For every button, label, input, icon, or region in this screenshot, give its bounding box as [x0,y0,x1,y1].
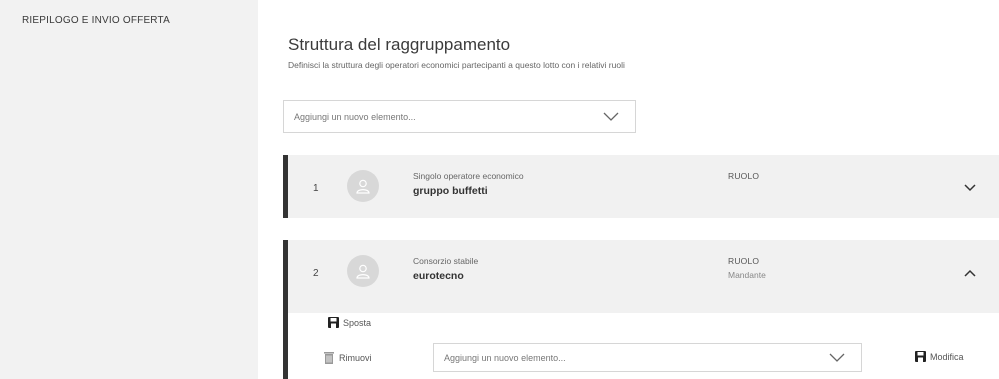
dropdown-placeholder: Aggiungi un nuovo elemento... [444,352,566,363]
chevron-down-icon [829,353,845,362]
floppy-icon [328,317,339,328]
add-element-dropdown[interactable]: Aggiungi un nuovo elemento... [283,100,636,133]
edit-button[interactable]: Modifica [915,351,964,362]
remove-label: Rimuovi [339,352,372,363]
trash-icon [324,352,334,364]
user-icon [347,170,379,202]
member-type: Consorzio stabile [413,256,479,266]
sidebar: RIEPILOGO E INVIO OFFERTA [0,0,258,379]
sidebar-item-riepilogo[interactable]: RIEPILOGO E INVIO OFFERTA [22,15,170,26]
member-card-expanded: 2 Consorzio stabile eurotecno RUOLO Mand… [283,240,999,379]
remove-button[interactable]: Rimuovi [323,351,372,364]
member-name: gruppo buffetti [413,185,488,197]
move-button[interactable]: Sposta [328,317,371,328]
user-icon [347,255,379,287]
edit-label: Modifica [930,351,964,362]
main-content: Struttura del raggruppamento Definisci l… [258,0,999,379]
member-type: Singolo operatore economico [413,171,524,181]
chevron-down-icon [603,112,619,121]
page-subtitle: Definisci la struttura degli operatori e… [288,60,625,70]
dropdown-placeholder: Aggiungi un nuovo elemento... [294,111,416,122]
member-name: eurotecno [413,270,464,282]
member-add-element-dropdown[interactable]: Aggiungi un nuovo elemento... [433,343,862,372]
move-label: Sposta [343,317,372,328]
role-label: RUOLO [728,171,760,181]
member-card: 1 Singolo operatore economico gruppo buf… [283,155,999,218]
member-number: 1 [313,183,319,194]
chevron-up-icon[interactable] [963,268,977,278]
page-title: Struttura del raggruppamento [288,35,511,54]
role-label: RUOLO [728,256,760,266]
floppy-icon [915,351,926,362]
member-number: 2 [313,268,319,279]
chevron-down-icon[interactable] [963,183,977,193]
role-value: Mandante [728,270,766,280]
